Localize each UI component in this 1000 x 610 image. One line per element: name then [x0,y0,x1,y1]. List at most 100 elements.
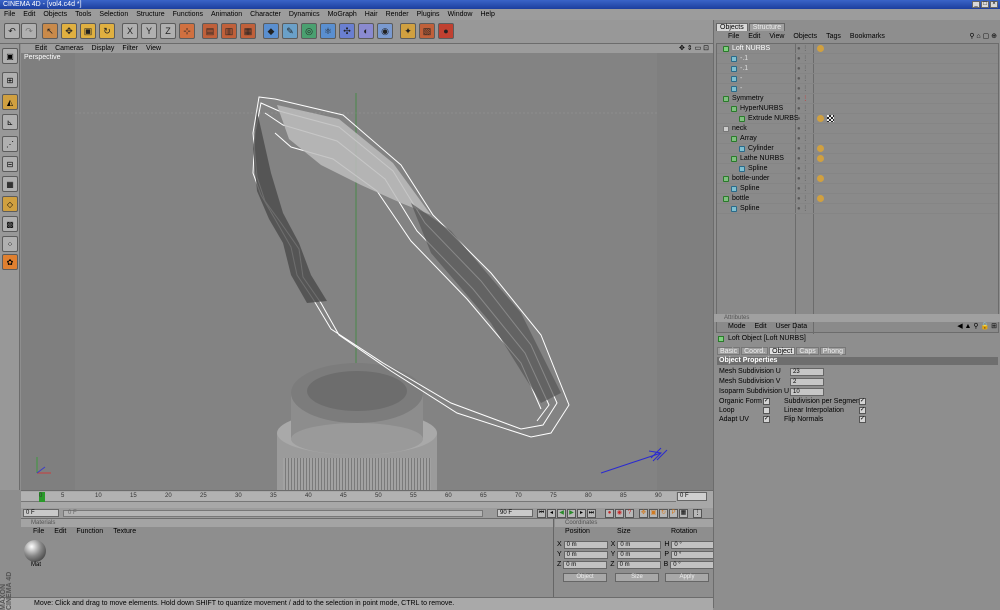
menu-selection[interactable]: Selection [99,9,128,20]
environment-icon[interactable]: ◐ [358,23,374,39]
render-picture-viewer-icon[interactable]: ▥ [221,23,237,39]
keyframe-selection-icon[interactable]: ? [625,509,634,518]
pos-z-field[interactable]: 0 m [563,560,608,569]
object-row[interactable]: Lathe NURBS ● ⋮ [717,154,998,164]
close-button[interactable]: × [990,1,998,8]
obj-menu-tags[interactable]: Tags [826,32,841,42]
attr-nav-icons[interactable]: ◀ ▲ ⚲ 🔒 ⊞ [957,322,997,332]
adapt-uv-checkbox[interactable]: ✓ [763,416,770,423]
phong-tag-icon[interactable] [817,195,824,202]
menu-tools[interactable]: Tools [75,9,91,20]
render-settings-icon[interactable]: ▦ [240,23,256,39]
animation-mode-icon[interactable]: ◇ [2,196,18,212]
perspective-viewport[interactable]: Perspective [21,53,713,490]
loop-checkbox[interactable] [763,407,770,414]
object-row[interactable]: Extrude NURBS ● ⋮ [717,114,998,124]
z-axis-lock-icon[interactable]: Z [160,23,176,39]
live-selection-icon[interactable]: ↖ [42,23,58,39]
obj-menu-view[interactable]: View [769,32,784,42]
material-item[interactable]: Mat [24,540,48,570]
mat-menu-texture[interactable]: Texture [113,527,136,537]
object-list[interactable]: Loft NURBS ● ⋮ -.1 ● ⋮ -.1 ● ⋮ - ● ⋮ - ● ⋮ Sy… [716,43,999,334]
maximize-button[interactable]: □ [981,1,989,8]
phong-tag-icon[interactable] [817,115,824,122]
menu-hair[interactable]: Hair [365,9,378,20]
mat-menu-function[interactable]: Function [76,527,103,537]
array-icon[interactable]: ⚛ [320,23,336,39]
tab-structure[interactable]: Structure [748,23,786,31]
menu-help[interactable]: Help [480,9,494,20]
use-object-tool-icon[interactable]: ⊞ [2,72,18,88]
viewport-nav-icons[interactable]: ✥ ⇕ ▭ ⊡ [679,44,709,53]
record-key-icon[interactable]: ● [605,509,614,518]
timeline-track[interactable]: 0 5 10 15 20 25 30 35 40 45 50 55 60 65 … [21,492,676,502]
mat-menu-file[interactable]: File [33,527,44,537]
prev-key-icon[interactable]: ◂ [547,509,556,518]
object-row[interactable]: neck ● ⋮ [717,124,998,134]
undo-icon[interactable]: ↶ [4,23,20,39]
tweak-mode-icon[interactable]: ▩ [2,216,18,232]
size-z-field[interactable]: 0 m [616,560,661,569]
attr-tab-basic[interactable]: Basic [717,347,741,355]
object-row[interactable]: Symmetry ● ⋮ [717,94,998,104]
camera-icon[interactable]: ◉ [377,23,393,39]
scale-key-icon[interactable]: ▣ [649,509,658,518]
attr-tab-phong[interactable]: Phong [819,347,846,355]
menu-objects[interactable]: Objects [43,9,67,20]
pos-x-field[interactable]: 0 m [563,540,608,549]
object-row[interactable]: HyperNURBS ● ⋮ [717,104,998,114]
attr-menu-mode[interactable]: Mode [728,322,746,332]
object-row[interactable]: bottle ● ⋮ [717,194,998,204]
spline-pen-icon[interactable]: ✎ [282,23,298,39]
use-texture-tool-icon[interactable]: ◭ [2,94,18,110]
coordinate-system-icon[interactable]: ⊹ [179,23,195,39]
menu-character[interactable]: Character [250,9,281,20]
object-row[interactable]: Spline ● ⋮ [717,164,998,174]
subdiv-per-segment-checkbox[interactable]: ✓ [859,398,866,405]
use-edges-tool-icon[interactable]: ⊟ [2,156,18,172]
y-axis-lock-icon[interactable]: Y [141,23,157,39]
organic-form-checkbox[interactable]: ✓ [763,398,770,405]
obj-menu-file[interactable]: File [728,32,739,42]
start-frame-field[interactable]: 0 F [23,509,59,517]
minimize-button[interactable]: _ [972,1,980,8]
use-model-tool-icon[interactable]: ▣ [2,48,18,64]
vp-menu-display[interactable]: Display [91,44,114,53]
coord-mode-dropdown[interactable]: Object [563,573,607,582]
rotate-tool-icon[interactable]: ↻ [99,23,115,39]
rot-b-field[interactable]: 0 ° [670,560,715,569]
param-key-icon[interactable]: P [669,509,678,518]
obj-menu-objects[interactable]: Objects [793,32,817,42]
attr-menu-edit[interactable]: Edit [755,322,767,332]
play-backward-icon[interactable]: ◀ [557,509,566,518]
end-frame-field[interactable]: 90 F [497,509,533,517]
object-row[interactable]: bottle-under ● ⋮ [717,174,998,184]
next-key-icon[interactable]: ▸ [577,509,586,518]
light-icon[interactable]: ✦ [400,23,416,39]
size-x-field[interactable]: 0 m [617,540,662,549]
object-row[interactable]: -.1 ● ⋮ [717,54,998,64]
mesh-subdiv-v-field[interactable]: 2 [790,378,824,386]
coord-apply-button[interactable]: Apply [665,573,709,582]
object-row[interactable]: Array ● ⋮ [717,134,998,144]
move-tool-icon[interactable]: ✥ [61,23,77,39]
autokey-icon[interactable]: ◉ [615,509,624,518]
position-key-icon[interactable]: ✥ [639,509,648,518]
use-polygons-tool-icon[interactable]: ▦ [2,176,18,192]
object-row[interactable]: - ● ⋮ [717,84,998,94]
menu-window[interactable]: Window [448,9,473,20]
menu-render[interactable]: Render [386,9,409,20]
flip-normals-checkbox[interactable]: ✓ [859,416,866,423]
timeline-settings-icon[interactable]: ⋮ [693,509,702,518]
phong-tag-icon[interactable] [817,175,824,182]
attr-tab-coord[interactable]: Coord. [741,347,769,355]
attr-tab-caps[interactable]: Caps [796,347,819,355]
menu-edit[interactable]: Edit [23,9,35,20]
obj-menu-bookmarks[interactable]: Bookmarks [850,32,885,42]
mesh-subdiv-u-field[interactable]: 23 [790,368,824,376]
workplane-icon[interactable]: ✿ [2,254,18,270]
menu-file[interactable]: File [4,9,15,20]
snap-tool-icon[interactable]: ⁘ [2,236,18,252]
preview-range-slider[interactable]: 0 F [63,510,483,517]
menu-dynamics[interactable]: Dynamics [289,9,320,20]
